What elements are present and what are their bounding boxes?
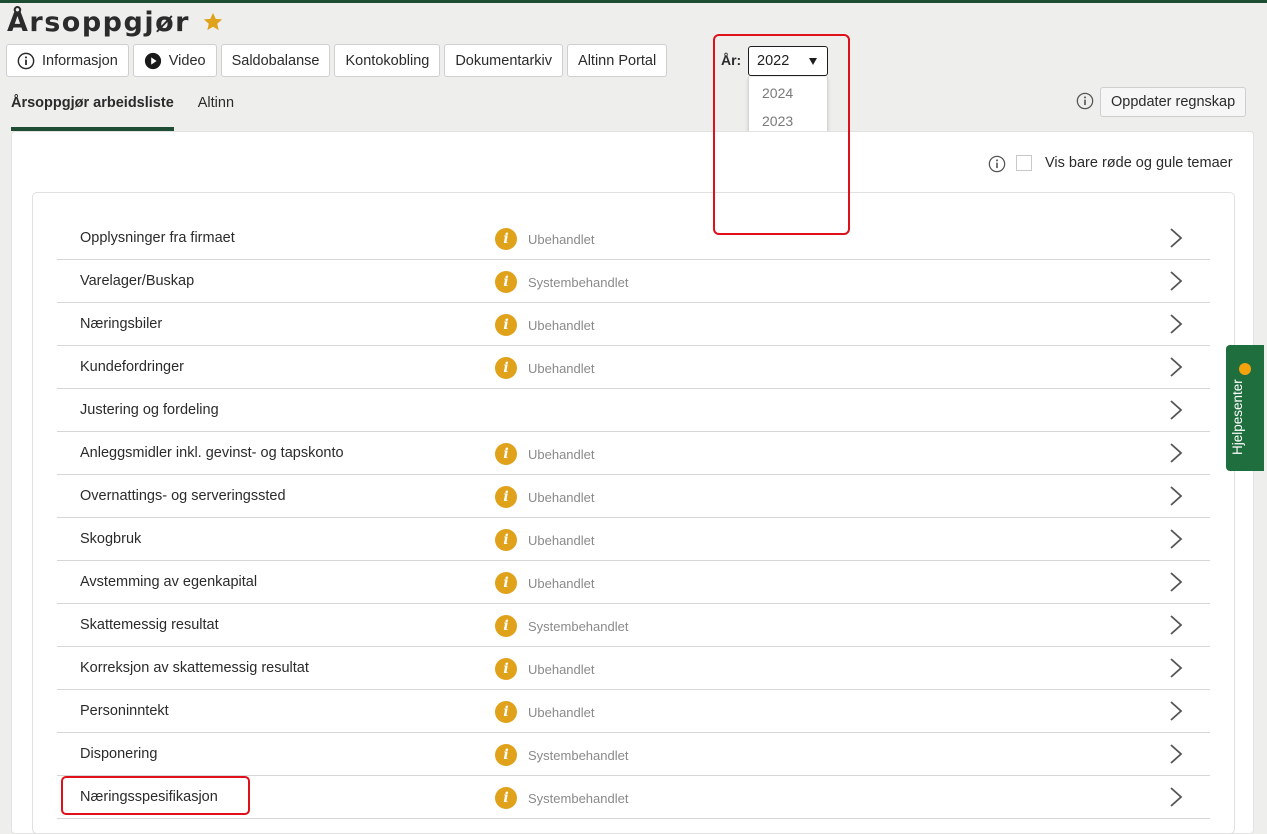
altinn-portal-label: Altinn Portal: [578, 52, 657, 69]
worklist-row-name: Korreksjon av skattemessig resultat: [80, 660, 309, 676]
status-warning-icon: i: [495, 357, 517, 379]
saldobalanse-label: Saldobalanse: [231, 52, 320, 69]
status-warning-icon: i: [495, 615, 517, 637]
help-center-tab[interactable]: Hjelpesenter: [1226, 345, 1264, 471]
worklist-row-status: Ubehandlet: [528, 447, 595, 462]
oppdater-regnskap-button[interactable]: Oppdater regnskap: [1100, 87, 1247, 117]
year-highlight-box: [713, 34, 850, 235]
chevron-right-icon[interactable]: [1165, 700, 1187, 722]
worklist-row-name: Næringsbiler: [80, 316, 163, 332]
info-icon: [17, 52, 35, 69]
chevron-right-icon[interactable]: [1165, 356, 1187, 378]
altinn-portal-button[interactable]: Altinn Portal: [567, 44, 668, 77]
status-warning-icon: i: [495, 658, 517, 680]
dokumentarkiv-label: Dokumentarkiv: [455, 52, 553, 69]
chevron-right-icon[interactable]: [1165, 399, 1187, 421]
worklist-row-status: Ubehandlet: [528, 490, 595, 505]
worklist-row-status: Systembehandlet: [528, 791, 629, 806]
page-title: Årsoppgjør: [7, 6, 190, 38]
worklist-row-status: Ubehandlet: [528, 662, 595, 677]
worklist-row-name: Varelager/Buskap: [80, 273, 195, 289]
worklist-row[interactable]: Varelager/Buskap i Systembehandlet: [57, 260, 1210, 303]
worklist-row-name: Skattemessig resultat: [80, 617, 219, 633]
naeringsspesifikasjon-highlight-box: [61, 776, 250, 815]
worklist-row[interactable]: Overnattings- og serveringssted i Ubehandl…: [57, 475, 1210, 518]
worklist-row-status: Ubehandlet: [528, 232, 595, 247]
filter-label: Vis bare røde og gule temaer: [1045, 155, 1233, 171]
worklist-row[interactable]: Kundefordringer i Ubehandlet: [57, 346, 1210, 389]
chevron-right-icon[interactable]: [1165, 657, 1187, 679]
worklist-row[interactable]: Anleggsmidler inkl. gevinst- og tapskont…: [57, 432, 1210, 475]
kontokobling-button[interactable]: Kontokobling: [334, 44, 441, 77]
tab-altinn[interactable]: Altinn: [198, 92, 234, 131]
chevron-right-icon[interactable]: [1165, 614, 1187, 636]
chevron-right-icon[interactable]: [1165, 743, 1187, 765]
chevron-right-icon[interactable]: [1165, 270, 1187, 292]
worklist-row[interactable]: Skattemessig resultat i Systembehandlet: [57, 604, 1210, 647]
status-warning-icon: i: [495, 228, 517, 250]
informasjon-button[interactable]: Informasjon: [6, 44, 129, 77]
worklist-row-status: Ubehandlet: [528, 318, 595, 333]
status-warning-icon: i: [495, 443, 517, 465]
worklist-row-status: Systembehandlet: [528, 619, 629, 634]
update-info-icon[interactable]: [1076, 92, 1094, 110]
worklist-row-name: Justering og fordeling: [80, 402, 219, 418]
saldobalanse-button[interactable]: Saldobalanse: [220, 44, 331, 77]
status-warning-icon: i: [495, 701, 517, 723]
toolbar: Informasjon Video Saldobalanse Kontokobl…: [6, 44, 671, 77]
status-warning-icon: i: [495, 486, 517, 508]
worklist-row[interactable]: Næringsbiler i Ubehandlet: [57, 303, 1210, 346]
worklist-row[interactable]: Justering og fordeling: [57, 389, 1210, 432]
top-accent-bar: [0, 0, 1267, 3]
kontokobling-label: Kontokobling: [345, 52, 430, 69]
worklist-row-status: Systembehandlet: [528, 748, 629, 763]
dokumentarkiv-button[interactable]: Dokumentarkiv: [444, 44, 564, 77]
help-center-label: Hjelpesenter: [1230, 379, 1245, 455]
status-warning-icon: i: [495, 529, 517, 551]
worklist-row[interactable]: Personinntekt i Ubehandlet: [57, 690, 1210, 733]
chevron-right-icon[interactable]: [1165, 528, 1187, 550]
worklist-row-status: Ubehandlet: [528, 361, 595, 376]
filter-info-icon[interactable]: [988, 155, 1006, 173]
worklist-row-name: Personinntekt: [80, 703, 169, 719]
status-warning-icon: i: [495, 271, 517, 293]
video-button[interactable]: Video: [132, 44, 217, 77]
informasjon-label: Informasjon: [42, 52, 118, 69]
worklist-row-name: Kundefordringer: [80, 359, 184, 375]
worklist-row-name: Skogbruk: [80, 531, 142, 547]
worklist-row-name: Anleggsmidler inkl. gevinst- og tapskont…: [80, 445, 344, 461]
chevron-right-icon[interactable]: [1165, 313, 1187, 335]
play-icon: [144, 52, 161, 69]
chevron-right-icon[interactable]: [1165, 485, 1187, 507]
worklist-row[interactable]: Avstemming av egenkapital i Ubehandlet: [57, 561, 1210, 604]
worklist-row[interactable]: Skogbruk i Ubehandlet: [57, 518, 1210, 561]
worklist-row-status: Ubehandlet: [528, 576, 595, 591]
chevron-right-icon[interactable]: [1165, 442, 1187, 464]
favorite-star-icon[interactable]: [202, 11, 224, 33]
worklist-row-name: Disponering: [80, 746, 158, 762]
worklist-row-name: Overnattings- og serveringssted: [80, 488, 286, 504]
worklist-row-status: Ubehandlet: [528, 705, 595, 720]
worklist-row-status: Systembehandlet: [528, 275, 629, 290]
chevron-right-icon[interactable]: [1165, 571, 1187, 593]
status-warning-icon: i: [495, 744, 517, 766]
video-label: Video: [168, 52, 206, 69]
status-warning-icon: i: [495, 314, 517, 336]
worklist-row[interactable]: Korreksjon av skattemessig resultat i Ubeh…: [57, 647, 1210, 690]
worklist-row[interactable]: Opplysninger fra firmaet i Ubehandlet: [57, 217, 1210, 260]
worklist-row-name: Avstemming av egenkapital: [80, 574, 258, 590]
tab-arsoppgjor-arbeidsliste[interactable]: Årsoppgjør arbeidsliste: [11, 92, 174, 131]
tab-bar: Årsoppgjør arbeidsliste Altinn: [11, 92, 258, 131]
filter-checkbox[interactable]: [1016, 155, 1032, 171]
worklist-row-name: Opplysninger fra firmaet: [80, 230, 235, 246]
status-warning-icon: i: [495, 572, 517, 594]
page-header: Årsoppgjør: [7, 6, 224, 38]
chevron-right-icon[interactable]: [1165, 786, 1187, 808]
worklist-row-status: Ubehandlet: [528, 533, 595, 548]
status-warning-icon: i: [495, 787, 517, 809]
chevron-right-icon[interactable]: [1165, 227, 1187, 249]
worklist-row[interactable]: Disponering i Systembehandlet: [57, 733, 1210, 776]
